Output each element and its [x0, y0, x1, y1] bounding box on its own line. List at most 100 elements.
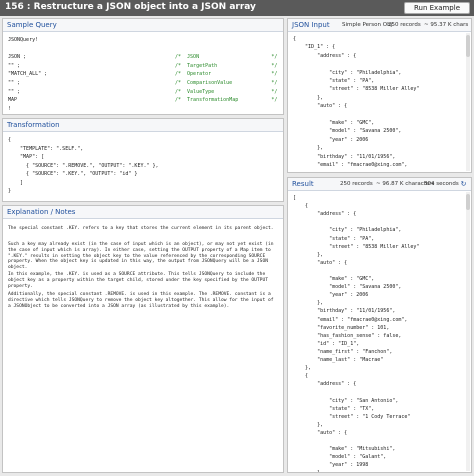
- input-char-count: ~ 95.37 K chars: [424, 22, 469, 28]
- code-line: "auto" : {: [293, 259, 348, 266]
- code-line: "id" : "ID_1",: [293, 340, 360, 347]
- example-title: 156 : Restructure a JSON object into a J…: [5, 2, 256, 12]
- query-line-text: "" ;: [8, 88, 21, 95]
- notes-paragraph: In this example, the .KEY. is used as a …: [8, 272, 268, 289]
- json-input-editor[interactable]: { "ID_1" : { "address" : { "city" : "Phi…: [288, 33, 471, 172]
- json-input-panel: JSON Input Simple Person Obj. 250 record…: [287, 18, 472, 173]
- code-line: {: [293, 203, 309, 210]
- query-line-comment: /* TargetPath */: [175, 62, 278, 69]
- query-line-comment: /* Operator */: [175, 71, 278, 78]
- transformation-panel: Transformation { "TEMPLATE": ".SELF.", "…: [2, 118, 284, 202]
- code-line: "city" : "Philadelphia",: [293, 227, 402, 234]
- code-line: "name_last" : "Macrae": [293, 357, 384, 363]
- code-line: }: [8, 188, 12, 194]
- query-line-comment: /* ValueType */: [175, 88, 278, 95]
- result-output[interactable]: [ { "address" : { "city" : "Philadelphia…: [288, 192, 471, 472]
- code-line: "make" : "GMC",: [293, 276, 375, 282]
- query-line: "" ; /* ValueType */: [8, 88, 277, 96]
- code-line: {: [293, 373, 309, 380]
- code-line: { "SOURCE": ".KEY.", "OUTPUT": "id" }: [8, 171, 138, 177]
- code-line: "birthday" : "11/01/1956",: [293, 153, 396, 160]
- code-line: "address" : {: [293, 381, 357, 388]
- query-line: JSONQuery!: [8, 37, 38, 44]
- result-header: Result 250 records ~ 96.87 K characters …: [288, 178, 471, 191]
- query-line-text: "" ;: [8, 62, 21, 69]
- code-line: "state" : "PA",: [293, 235, 375, 242]
- sample-query-title: Sample Query: [7, 21, 57, 29]
- code-line: "model" : "Galant",: [293, 454, 387, 461]
- code-line: "address" : {: [293, 52, 357, 59]
- code-line: "street" : "8538 Miller Alley": [293, 243, 420, 250]
- transformation-title: Transformation: [7, 121, 60, 129]
- query-line-comment: /* JSON */: [175, 54, 278, 61]
- code-line: "ID_1" : {: [293, 44, 336, 51]
- json-input-title: JSON Input: [292, 21, 330, 29]
- query-line: "" ; /* ComparisonValue */: [8, 80, 277, 87]
- json-input-scroll-thumb[interactable]: [466, 35, 470, 57]
- code-line: "state" : "PA",: [293, 78, 375, 84]
- code-line: "make" : "Mitsubishi",: [293, 446, 396, 453]
- code-line: "email" : "fmacrae0@xing.com",: [293, 316, 408, 323]
- sample-query-panel: Sample Query JSONQuery! JSON ;/* JSON */"…: [2, 18, 284, 115]
- code-line: "MAP": [: [8, 154, 45, 160]
- query-line-text: JSONQuery!: [8, 37, 39, 43]
- result-panel: Result 250 records ~ 96.87 K characters …: [287, 177, 472, 473]
- result-time: 304 seconds: [424, 181, 459, 187]
- input-select-dropdown[interactable]: Simple Person Obj.: [342, 22, 394, 28]
- notes-title: Explanation / Notes: [7, 208, 76, 216]
- title-bar: 156 : Restructure a JSON object into a J…: [0, 0, 474, 16]
- code-line: "model" : "Savana 2500",: [293, 128, 402, 135]
- code-line: {: [8, 137, 12, 143]
- query-line: MAP /* TransformationMap */: [8, 97, 277, 104]
- sample-query-header: Sample Query: [3, 19, 283, 32]
- query-line-comment: /* ComparisonValue */: [175, 80, 278, 86]
- code-line: },: [293, 470, 323, 472]
- query-line-comment: /* TransformationMap */: [175, 97, 278, 104]
- query-line: JSON ; /* JSON */: [8, 54, 277, 61]
- notes-panel: Explanation / Notes The special constant…: [2, 205, 284, 473]
- code-line: "city" : "San Antonio",: [293, 397, 399, 404]
- query-line-text: MAP: [8, 97, 18, 104]
- code-line: [: [293, 195, 297, 201]
- notes-paragraph: Additionally, the special constant .REMO…: [8, 292, 274, 309]
- code-line: "model" : "Savana 2500",: [293, 284, 402, 291]
- code-line: "street" : "1 Cody Terrace": [293, 413, 411, 420]
- transformation-editor[interactable]: { "TEMPLATE": ".SELF.", "MAP": [ { "SOUR…: [3, 133, 283, 201]
- code-line: "TEMPLATE": ".SELF.",: [8, 145, 84, 152]
- code-line: "auto" : {: [293, 429, 348, 436]
- code-line: "make" : "GMC",: [293, 120, 375, 126]
- notes-paragraph: Such a key may already exist (in the cas…: [8, 242, 274, 271]
- refresh-icon[interactable]: ↻: [459, 180, 468, 189]
- code-line: "year" : 2006: [293, 136, 369, 143]
- code-line: "birthday" : "11/01/1956",: [293, 308, 396, 315]
- code-line: "year" : 2006: [293, 292, 369, 299]
- query-line: !: [8, 106, 11, 113]
- query-line-text: "MATCH_ALL" ;: [8, 71, 48, 78]
- code-line: },: [293, 251, 324, 258]
- result-record-count: 250 records: [340, 181, 373, 187]
- json-input-scrollbar[interactable]: [466, 33, 470, 171]
- code-line: "address" : {: [293, 211, 357, 218]
- code-line: "has_fashion_sense" : false,: [293, 332, 402, 339]
- code-line: "auto" : {: [293, 103, 348, 110]
- code-line: "year" : 1998: [293, 462, 369, 469]
- result-title: Result: [292, 180, 314, 188]
- code-line: "name_first" : "Fanchon",: [293, 348, 393, 355]
- query-line-text: JSON ;: [8, 54, 27, 61]
- input-record-count: 250 records: [388, 22, 421, 28]
- code-line: {: [293, 36, 297, 42]
- result-scroll-thumb[interactable]: [466, 194, 470, 210]
- code-line: },: [293, 365, 312, 372]
- transformation-header: Transformation: [3, 119, 283, 132]
- query-line-text: !: [8, 105, 12, 112]
- run-example-button[interactable]: Run Example: [404, 2, 470, 14]
- code-line: "favorite_number" : 101,: [293, 324, 390, 331]
- notes-body: The special constant .KEY. refers to a k…: [3, 220, 283, 472]
- sample-query-editor[interactable]: JSONQuery! JSON ; /* JSON */ "" ; /* TargetP…: [3, 33, 283, 114]
- notes-header: Explanation / Notes: [3, 206, 283, 219]
- result-scrollbar[interactable]: [466, 192, 470, 471]
- query-line: "" ; /* TargetPath */: [8, 62, 277, 70]
- query-line-text: "" ;: [8, 80, 21, 86]
- code-line: },: [293, 421, 324, 428]
- code-line: "street" : "8538 Miller Alley": [293, 86, 420, 93]
